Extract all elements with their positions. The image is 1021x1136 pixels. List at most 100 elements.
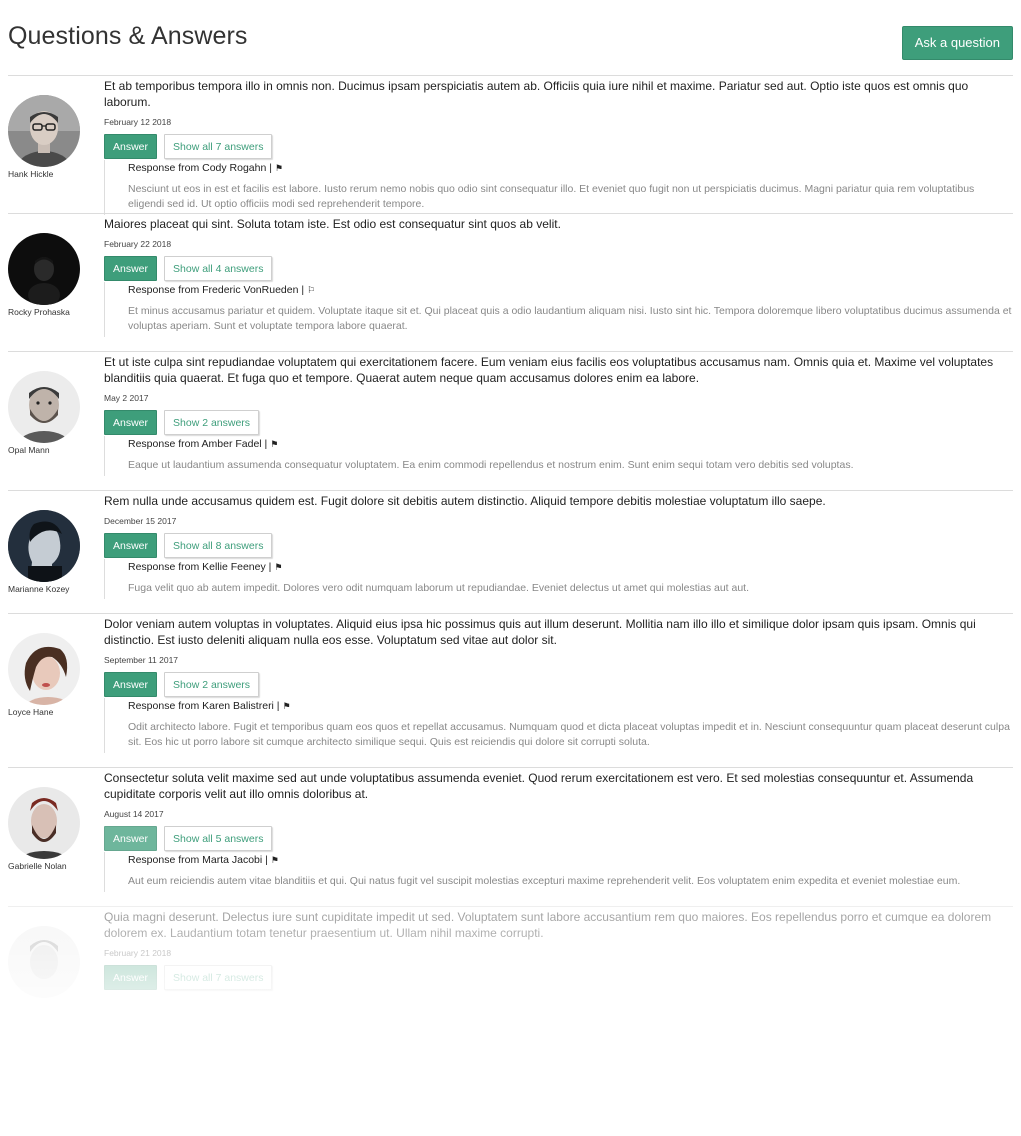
- question-date: February 21 2018: [104, 948, 172, 958]
- question-content: Dolor veniam autem voluptas in voluptate…: [104, 614, 1013, 753]
- avatar: [8, 95, 80, 167]
- question-text: Quia magni deserunt. Delectus iure sunt …: [104, 910, 992, 940]
- question-item: Opal Mann Et ut iste culpa sint repudian…: [8, 351, 1013, 490]
- answer-button[interactable]: Answer: [104, 533, 158, 558]
- question-actions: Answer Show 2 answers: [104, 672, 1013, 698]
- avatar: [8, 233, 80, 305]
- response-author: Response from Kellie Feeney |: [128, 561, 272, 573]
- flag-icon[interactable]: ⚑: [274, 562, 282, 572]
- author-name: Opal Mann: [8, 445, 50, 455]
- flag-icon[interactable]: ⚑: [270, 439, 278, 449]
- question-text: Et ut iste culpa sint repudiandae volupt…: [104, 355, 994, 385]
- response-author: Response from Frederic VonRueden |: [128, 284, 305, 296]
- response: Response from Amber Fadel | ⚑ Eaque ut l…: [104, 436, 1013, 476]
- page-header: Questions & Answers Ask a question: [8, 0, 1013, 75]
- flag-icon[interactable]: ⚑: [271, 855, 279, 865]
- response-author: Response from Amber Fadel |: [128, 438, 268, 450]
- question-item: Gabrielle Nolan Consectetur soluta velit…: [8, 767, 1013, 906]
- response-author: Response from Cody Rogahn |: [128, 162, 272, 174]
- show-answers-button[interactable]: Show all 5 answers: [164, 826, 273, 851]
- response-header: Response from Amber Fadel | ⚑: [128, 437, 1013, 451]
- response-text: Fuga velit quo ab autem impedit. Dolores…: [128, 582, 750, 594]
- author-name: Hank Hickle: [8, 169, 54, 179]
- question-item: Hank Hickle Et ab temporibus tempora ill…: [8, 75, 1013, 215]
- question-content: Quia magni deserunt. Delectus iure sunt …: [104, 907, 1013, 991]
- question-date: February 12 2018: [104, 117, 172, 127]
- author-name: Gabrielle Nolan: [8, 861, 67, 871]
- response: Response from Frederic VonRueden | ⚐ Et …: [104, 282, 1013, 337]
- avatar: [8, 926, 80, 998]
- show-answers-button[interactable]: Show all 7 answers: [164, 965, 273, 990]
- response-text: Et minus accusamus pariatur et quidem. V…: [128, 305, 1012, 332]
- response: Response from Kellie Feeney | ⚑ Fuga vel…: [104, 559, 1013, 599]
- author-name: Loyce Hane: [8, 707, 54, 717]
- man-with-glasses-avatar: [8, 95, 80, 167]
- response-header: Response from Marta Jacobi | ⚑: [128, 853, 1013, 867]
- question-text: Dolor veniam autem voluptas in voluptate…: [104, 617, 976, 647]
- show-answers-button[interactable]: Show all 7 answers: [164, 134, 273, 159]
- question-date: February 22 2018: [104, 239, 172, 249]
- red-haired-bearded-man-avatar: [8, 787, 80, 859]
- bearded-man-avatar: [8, 371, 80, 443]
- question-text: Et ab temporibus tempora illo in omnis n…: [104, 79, 969, 109]
- avatar: [8, 633, 80, 705]
- question-content: Consectetur soluta velit maxime sed aut …: [104, 768, 1013, 892]
- show-answers-button[interactable]: Show 2 answers: [164, 672, 260, 697]
- flag-icon[interactable]: ⚑: [282, 701, 290, 711]
- answer-button[interactable]: Answer: [104, 410, 158, 435]
- question-content: Et ab temporibus tempora illo in omnis n…: [104, 76, 1013, 215]
- answer-button[interactable]: Answer: [104, 965, 158, 990]
- dark-portrait-avatar: [8, 233, 80, 305]
- answer-button[interactable]: Answer: [104, 672, 158, 697]
- question-text: Consectetur soluta velit maxime sed aut …: [104, 771, 974, 801]
- response-author: Response from Karen Balistreri |: [128, 700, 280, 712]
- author-name: Rocky Prohaska: [8, 307, 70, 317]
- profile-silhouette-avatar: [8, 510, 80, 582]
- response-text: Odit architecto labore. Fugit et tempori…: [128, 721, 1010, 748]
- avatar: [8, 371, 80, 443]
- avatar: [8, 510, 80, 582]
- flag-icon[interactable]: ⚑: [275, 163, 283, 173]
- question-item: Loyce Hane Dolor veniam autem voluptas i…: [8, 613, 1013, 767]
- response-header: Response from Karen Balistreri | ⚑: [128, 699, 1013, 713]
- question-item: Rocky Prohaska Maiores placeat qui sint.…: [8, 213, 1013, 351]
- question-date: May 2 2017: [104, 393, 149, 403]
- question-text: Rem nulla unde accusamus quidem est. Fug…: [104, 494, 826, 508]
- question-text: Maiores placeat qui sint. Soluta totam i…: [104, 217, 561, 231]
- page-title: Questions & Answers: [8, 22, 248, 50]
- question-date: August 14 2017: [104, 809, 164, 819]
- response: Response from Karen Balistreri | ⚑ Odit …: [104, 698, 1013, 753]
- faded-portrait-avatar: [8, 926, 80, 998]
- question-item: Quia magni deserunt. Delectus iure sunt …: [8, 906, 1013, 1036]
- answer-button[interactable]: Answer: [104, 256, 158, 281]
- show-answers-button[interactable]: Show 2 answers: [164, 410, 260, 435]
- question-item: Marianne Kozey Rem nulla unde accusamus …: [8, 490, 1013, 613]
- response: Response from Cody Rogahn | ⚑ Nesciunt u…: [104, 160, 1013, 215]
- response-header: Response from Cody Rogahn | ⚑: [128, 161, 1013, 175]
- answer-button[interactable]: Answer: [104, 826, 158, 851]
- response-header: Response from Kellie Feeney | ⚑: [128, 560, 1013, 574]
- response-text: Nesciunt ut eos in est et facilis est la…: [128, 183, 975, 210]
- response-text: Eaque ut laudantium assumenda consequatu…: [128, 459, 854, 471]
- question-actions: Answer Show all 8 answers: [104, 533, 1013, 559]
- flag-outline-icon[interactable]: ⚐: [307, 285, 315, 295]
- response-header: Response from Frederic VonRueden | ⚐: [128, 283, 1013, 297]
- response: Response from Marta Jacobi | ⚑ Aut eum r…: [104, 852, 1013, 892]
- question-date: September 11 2017: [104, 655, 179, 665]
- ask-question-button[interactable]: Ask a question: [901, 26, 1013, 60]
- author-name: Marianne Kozey: [8, 584, 70, 594]
- woman-with-bob-hair-avatar: [8, 633, 80, 705]
- question-actions: Answer Show all 7 answers: [104, 134, 1013, 160]
- show-answers-button[interactable]: Show all 8 answers: [164, 533, 273, 558]
- question-actions: Answer Show all 7 answers: [104, 965, 1013, 991]
- response-text: Aut eum reiciendis autem vitae blanditii…: [128, 875, 961, 887]
- question-actions: Answer Show 2 answers: [104, 410, 1013, 436]
- question-content: Et ut iste culpa sint repudiandae volupt…: [104, 352, 1013, 476]
- response-author: Response from Marta Jacobi |: [128, 854, 268, 866]
- question-date: December 15 2017: [104, 516, 177, 526]
- answer-button[interactable]: Answer: [104, 134, 158, 159]
- show-answers-button[interactable]: Show all 4 answers: [164, 256, 273, 281]
- question-content: Maiores placeat qui sint. Soluta totam i…: [104, 214, 1013, 337]
- question-content: Rem nulla unde accusamus quidem est. Fug…: [104, 491, 1013, 599]
- qa-page: Questions & Answers Ask a question Hank …: [8, 0, 1013, 998]
